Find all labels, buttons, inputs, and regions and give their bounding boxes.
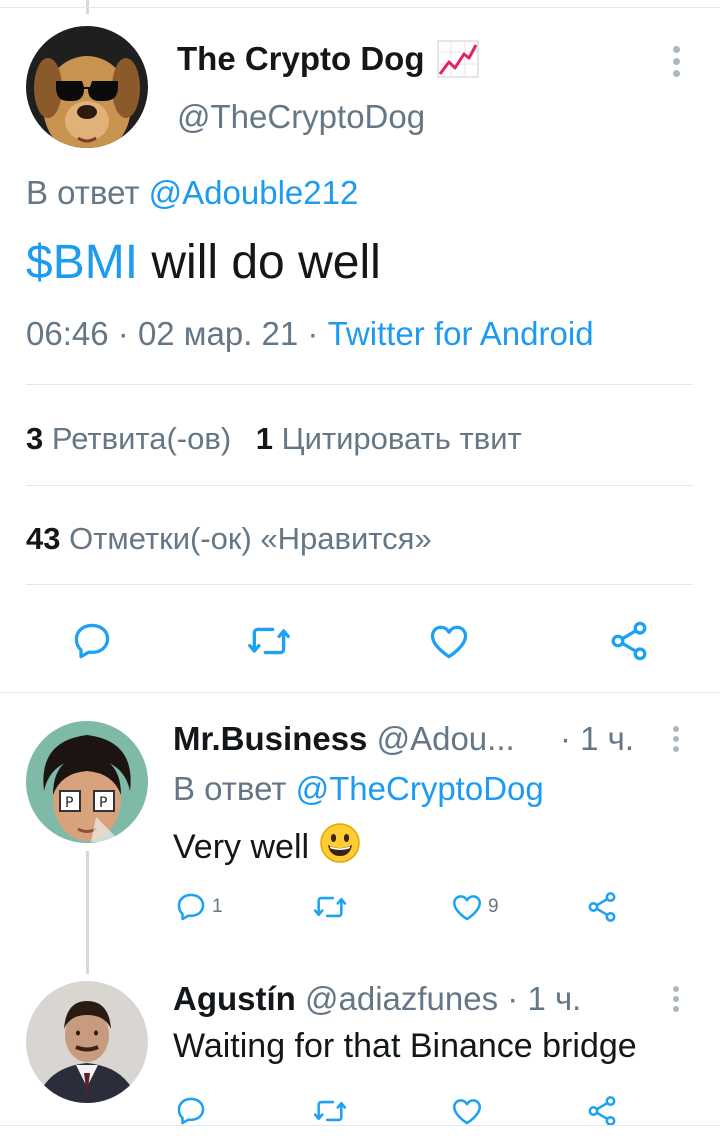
section-divider	[0, 692, 720, 693]
reply-thread-line	[86, 851, 89, 974]
reply-2-time[interactable]: · 1 ч.	[507, 980, 581, 1017]
like-icon	[452, 1099, 482, 1125]
quotes-count: 1	[255, 421, 274, 456]
divider-3	[26, 584, 693, 585]
reply-icon	[177, 1097, 205, 1125]
like-icon	[430, 625, 468, 659]
top-divider	[0, 7, 720, 8]
reply-2-reply-button[interactable]	[174, 1094, 208, 1128]
share-button[interactable]	[607, 619, 651, 663]
reply-icon	[74, 623, 110, 659]
share-icon	[611, 621, 647, 661]
reply-1-like-count: 9	[488, 896, 499, 917]
chart-emoji-icon	[437, 40, 479, 78]
tweet-date[interactable]: 02 мар. 21	[138, 315, 298, 352]
retweet-icon	[248, 627, 290, 655]
retweet-button[interactable]	[244, 619, 294, 663]
reply-2-text: Waiting for that Binance bridge	[173, 1027, 637, 1065]
reply-1-text: Very well	[173, 828, 310, 866]
reply-1-prefix: В ответ	[173, 770, 287, 807]
share-icon	[588, 1096, 616, 1126]
quotes-stat[interactable]: 1 Цитировать твит	[256, 421, 522, 456]
reply-1-share-button[interactable]	[585, 890, 619, 924]
reply-prefix: В ответ	[26, 174, 140, 211]
like-button[interactable]	[427, 619, 471, 663]
reply-2-retweet-button[interactable]	[311, 1094, 349, 1128]
reply-1-avatar[interactable]: P P	[26, 721, 148, 843]
meta-separator: ·	[117, 315, 129, 352]
reply-2-header: Agustín @adiazfunes · 1 ч.	[173, 980, 581, 1018]
tweet-time[interactable]: 06:46	[26, 315, 109, 352]
more-options-icon[interactable]	[671, 46, 681, 77]
reply-1-handle[interactable]: @Adou...	[377, 720, 515, 757]
divider-1	[26, 384, 693, 385]
reply-context: В ответ @Adouble212	[26, 174, 358, 212]
tweet-body: will do well	[138, 236, 381, 289]
likes-stat[interactable]: 43 Отметки(-ок) «Нравится»	[26, 521, 432, 557]
reply-2-more-icon[interactable]	[671, 986, 681, 1012]
author-name[interactable]: The Crypto Dog	[177, 40, 424, 78]
tweet-text: $BMI will do well	[26, 235, 381, 290]
retweets-count: 3	[26, 421, 44, 456]
reply-1-name[interactable]: Mr.Business	[173, 720, 367, 757]
meta-separator-2: ·	[307, 315, 319, 352]
retweet-quote-stats: 3 Ретвита(-ов) 1 Цитировать твит	[26, 421, 522, 457]
like-icon	[452, 895, 482, 921]
reply-1-reply-button[interactable]: 1	[174, 890, 223, 924]
divider-2	[26, 485, 693, 486]
reply-1-context: В ответ @TheCryptoDog	[173, 770, 544, 808]
reply-1-like-button[interactable]: 9	[450, 890, 499, 924]
quotes-label: Цитировать твит	[281, 421, 522, 456]
reply-2-share-button[interactable]	[585, 1094, 619, 1128]
reply-1-header: Mr.Business @Adou...	[173, 720, 515, 758]
tweet-source[interactable]: Twitter for Android	[328, 315, 594, 352]
share-icon	[588, 892, 616, 922]
retweet-icon	[313, 896, 347, 918]
reply-1-text-row: Very well	[173, 822, 361, 873]
retweets-label: Ретвита(-ов)	[51, 421, 232, 456]
reply-2-handle[interactable]: @adiazfunes	[305, 980, 498, 1017]
reply-2-name[interactable]: Agustín	[173, 980, 296, 1017]
reply-1-retweet-button[interactable]	[311, 890, 349, 924]
likes-count: 43	[26, 521, 61, 556]
reply-1-more-icon[interactable]	[671, 726, 681, 752]
retweet-icon	[313, 1100, 347, 1122]
reply-to-link[interactable]: @Adouble212	[149, 174, 359, 211]
tweet-meta: 06:46 · 02 мар. 21 · Twitter for Android	[26, 315, 594, 353]
author-avatar[interactable]	[26, 26, 148, 148]
likes-label: Отметки(-ок) «Нравится»	[69, 521, 432, 556]
reply-2-like-button[interactable]	[450, 1094, 484, 1128]
reply-icon	[177, 893, 205, 921]
cashtag-link[interactable]: $BMI	[26, 236, 138, 289]
svg-text:P: P	[65, 795, 73, 811]
reply-button[interactable]	[70, 619, 114, 663]
reply-2-avatar[interactable]	[26, 981, 148, 1103]
bottom-edge	[0, 1125, 720, 1138]
reply-1-to-link[interactable]: @TheCryptoDog	[296, 770, 544, 807]
grinning-face-emoji-icon	[319, 822, 361, 873]
retweets-stat[interactable]: 3 Ретвита(-ов)	[26, 421, 240, 456]
author-handle[interactable]: @TheCryptoDog	[177, 98, 425, 136]
reply-1-reply-count: 1	[212, 896, 223, 917]
svg-text:P: P	[99, 795, 107, 811]
reply-1-time[interactable]: · 1 ч.	[560, 720, 634, 758]
